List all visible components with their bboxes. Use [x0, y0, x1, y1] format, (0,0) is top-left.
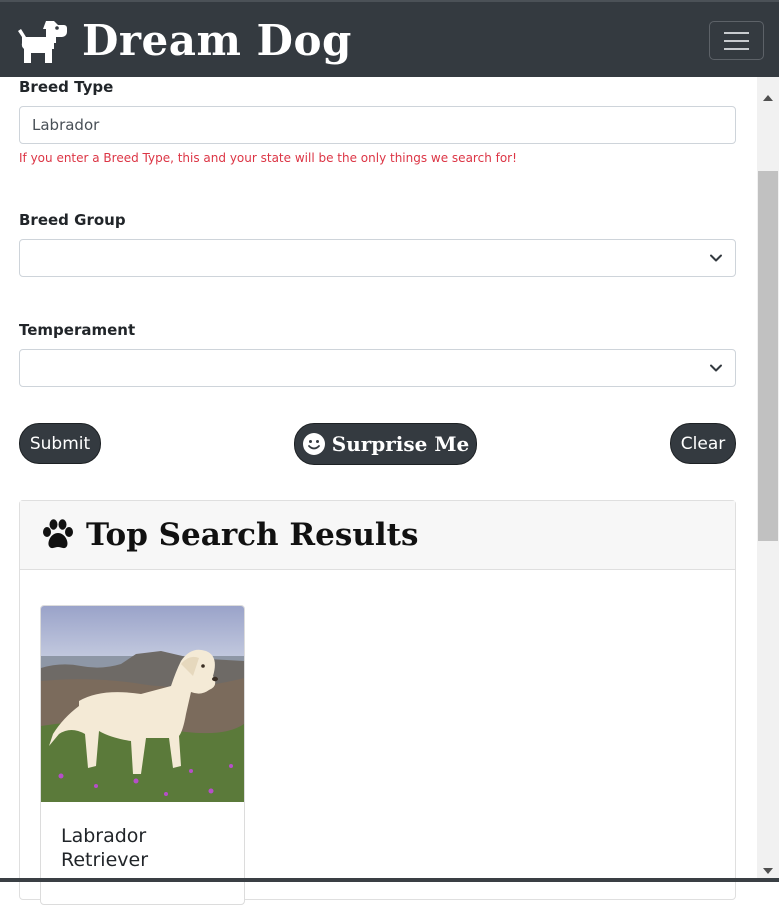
chevron-down-icon — [710, 364, 722, 372]
surprise-me-label: Surprise Me — [331, 432, 470, 456]
hamburger-menu-icon — [724, 31, 749, 34]
scroll-down-arrow-icon[interactable] — [763, 868, 773, 874]
chevron-down-icon — [710, 254, 722, 262]
breed-group-select[interactable] — [19, 239, 736, 277]
navbar: Dream Dog — [0, 0, 779, 77]
temperament-select[interactable] — [19, 349, 736, 387]
clear-button[interactable]: Clear — [670, 423, 736, 464]
results-card: Top Search Results Labrador Retriever — [19, 500, 736, 905]
surprise-me-button[interactable]: Surprise Me — [294, 423, 477, 465]
breed-group-label: Breed Group — [19, 211, 126, 229]
brand-link[interactable]: Dream Dog — [16, 14, 352, 68]
results-title: Top Search Results — [86, 517, 419, 553]
submit-button[interactable]: Submit — [19, 423, 101, 464]
scroll-up-arrow-icon[interactable] — [763, 95, 773, 101]
labrador-photo — [41, 606, 244, 802]
result-card-labrador-retriever[interactable]: Labrador Retriever — [40, 605, 245, 905]
page-scrollbar[interactable] — [757, 77, 779, 882]
scrollbar-thumb[interactable] — [758, 171, 778, 541]
results-header: Top Search Results — [20, 501, 735, 570]
smile-icon — [302, 433, 325, 455]
navbar-toggle-button[interactable] — [709, 21, 764, 60]
breed-type-input[interactable] — [19, 106, 736, 144]
breed-type-help-text: If you enter a Breed Type, this and your… — [19, 151, 517, 165]
bottom-edge — [0, 878, 779, 882]
dog-icon — [18, 21, 67, 63]
result-name: Labrador Retriever — [61, 825, 149, 871]
temperament-label: Temperament — [19, 321, 136, 339]
breed-type-label: Breed Type — [19, 78, 114, 96]
paw-icon — [43, 519, 73, 549]
brand-name: Dream Dog — [82, 16, 352, 65]
